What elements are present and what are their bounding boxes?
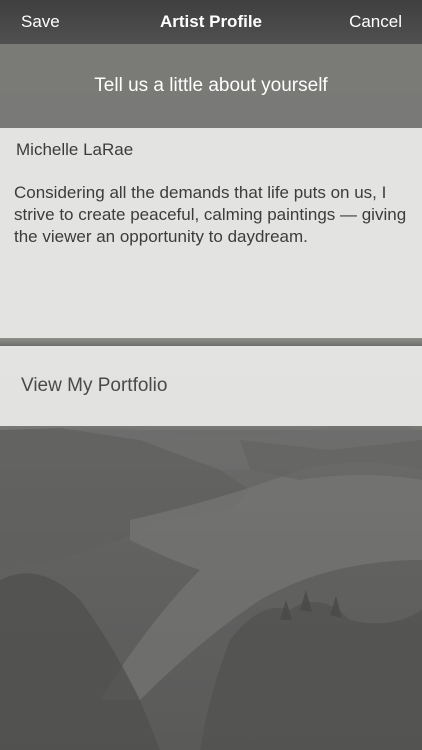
navigation-bar: Save Artist Profile Cancel [0, 0, 422, 44]
cancel-button[interactable]: Cancel [349, 0, 402, 44]
prompt-header: Tell us a little about yourself [0, 44, 422, 128]
profile-card: Michelle LaRae Considering all the deman… [0, 128, 422, 338]
background-strip [0, 338, 422, 346]
prompt-text: Tell us a little about yourself [94, 75, 328, 96]
view-portfolio-label: View My Portfolio [21, 375, 168, 396]
view-portfolio-button[interactable]: View My Portfolio [0, 346, 422, 426]
artist-bio-field[interactable]: Considering all the demands that life pu… [14, 182, 414, 248]
artist-name-field[interactable]: Michelle LaRae [16, 140, 133, 160]
